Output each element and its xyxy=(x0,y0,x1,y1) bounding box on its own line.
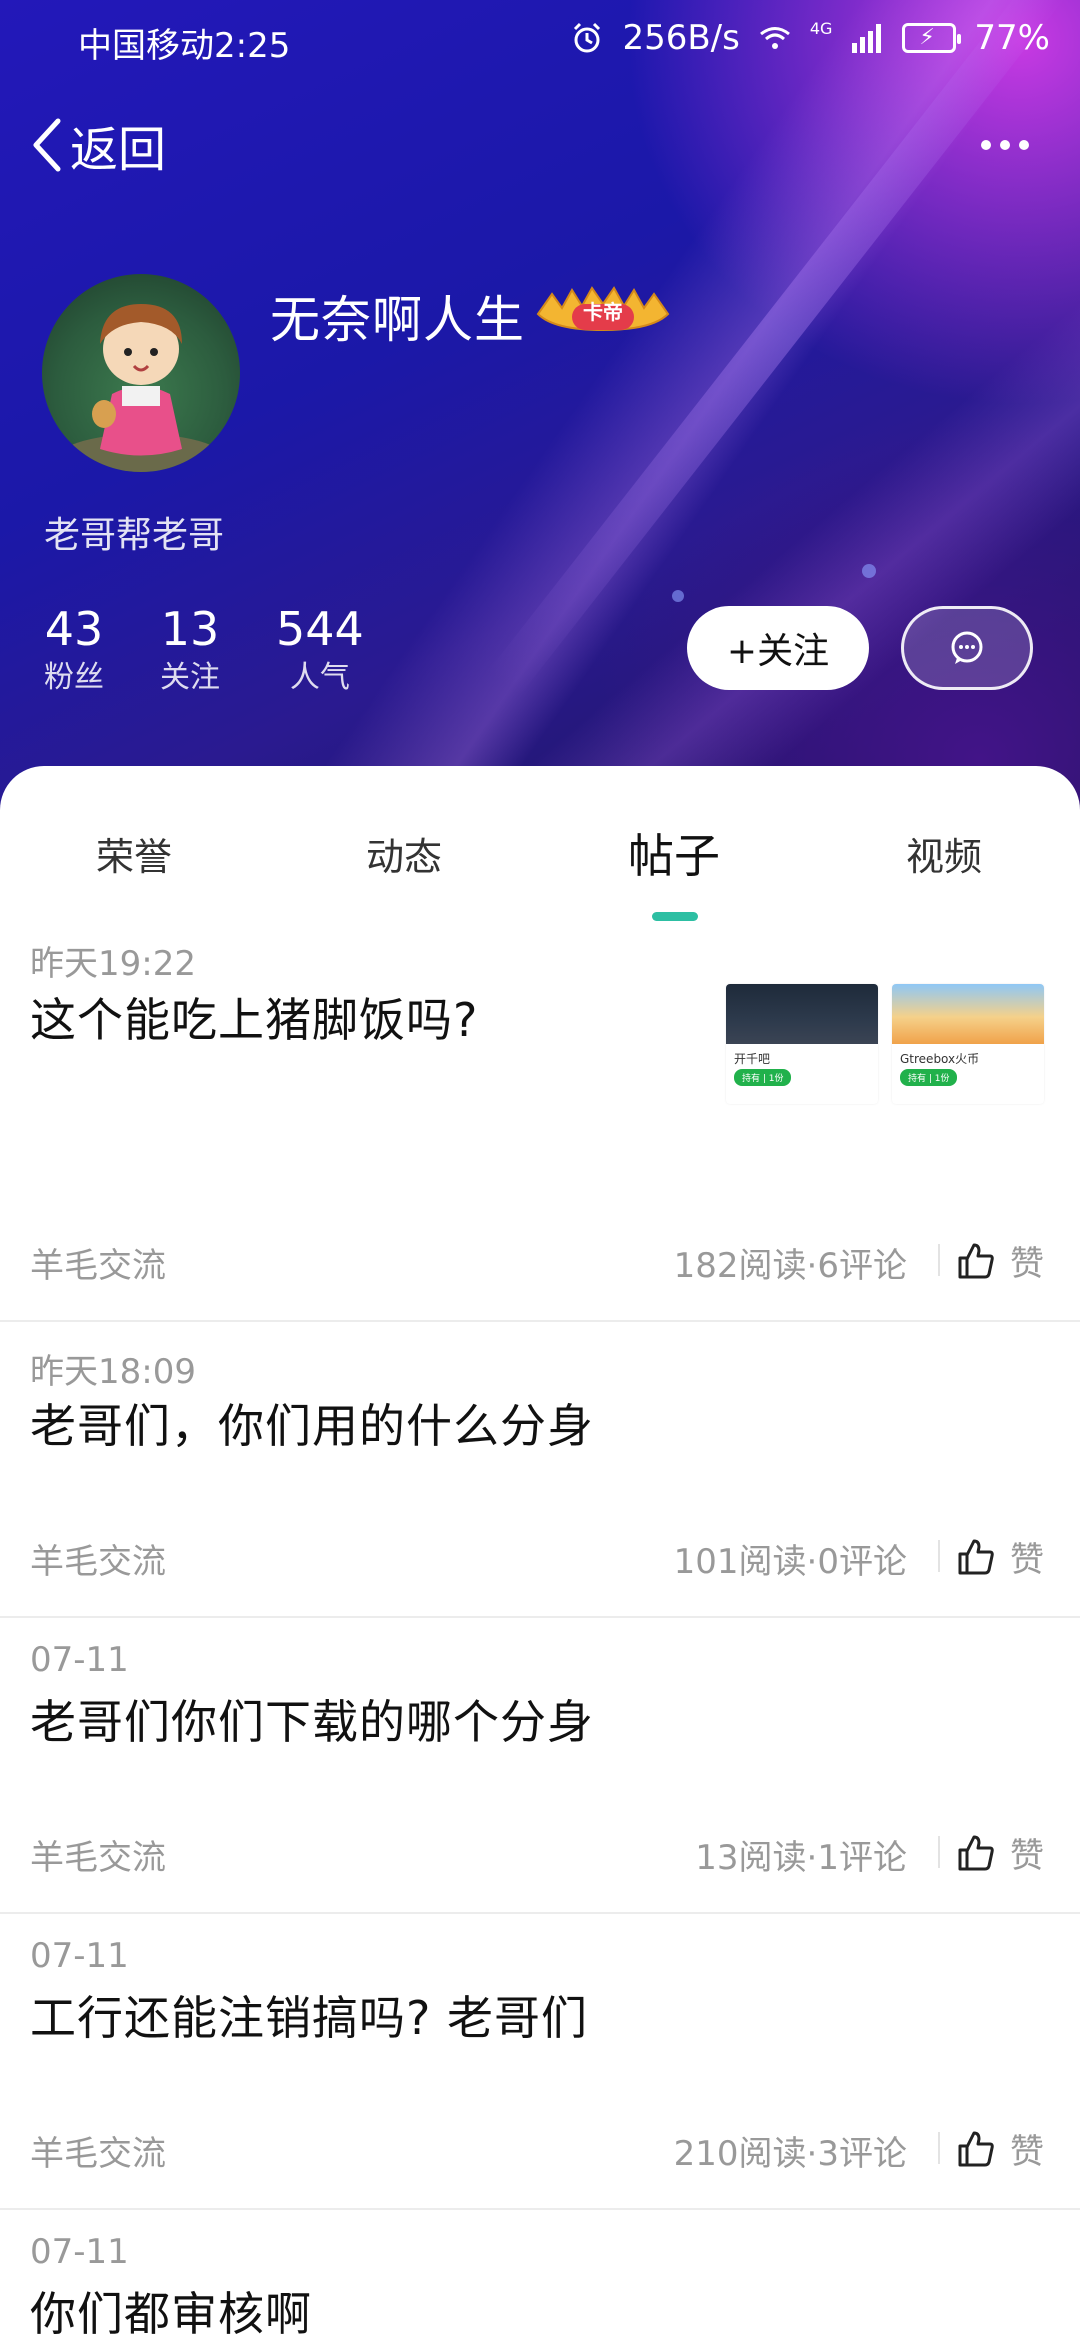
like-label: 赞 xyxy=(1010,1540,1044,1580)
profile-stats: 43 粉丝 13 关注 544 人气 xyxy=(44,600,420,698)
post-item[interactable]: 07-11 工行还能注销搞吗? 老哥们 羊毛交流 210阅读·3评论 赞 xyxy=(0,1914,1080,2210)
post-category[interactable]: 羊毛交流 xyxy=(30,1534,166,1583)
post-item[interactable]: 07-11 老哥们你们下载的哪个分身 羊毛交流 13阅读·1评论 赞 xyxy=(0,1618,1080,1914)
active-tab-indicator xyxy=(652,912,698,921)
like-button[interactable]: 赞 xyxy=(956,2124,1044,2173)
post-stats: 182阅读·6评论 xyxy=(673,1246,907,1286)
like-label: 赞 xyxy=(1010,1244,1044,1284)
divider xyxy=(938,1836,940,1868)
thumbnail-caption: 开千吧 xyxy=(734,1052,771,1066)
more-options-button[interactable] xyxy=(970,120,1040,170)
divider xyxy=(938,1540,940,1572)
like-label: 赞 xyxy=(1010,1836,1044,1876)
like-label: 赞 xyxy=(1010,2132,1044,2172)
post-title: 老哥们，你们用的什么分身 xyxy=(30,1399,594,1453)
back-button[interactable]: 返回 xyxy=(28,110,166,180)
battery-level: 77% xyxy=(974,18,1050,58)
signal-icon xyxy=(850,21,884,55)
post-stats: 210阅读·3评论 xyxy=(673,2134,907,2174)
wifi-icon xyxy=(758,21,792,55)
thumbs-up-icon xyxy=(958,1243,994,1278)
post-thumbnail[interactable]: 开千吧 持有 | 1份 xyxy=(726,984,878,1104)
vip-badge: 卡帝 xyxy=(532,284,674,336)
banner-decor-dot xyxy=(862,564,876,578)
tab-posts[interactable]: 帖子 xyxy=(628,820,720,886)
stat-value: 43 xyxy=(44,602,104,656)
tab-activity[interactable]: 动态 xyxy=(366,826,442,881)
profile-signature: 老哥帮老哥 xyxy=(44,515,225,556)
tab-honor[interactable]: 荣誉 xyxy=(96,826,172,881)
chat-bubble-icon xyxy=(951,631,983,664)
post-thumbnail[interactable]: Gtreebox火币 持有 | 1份 xyxy=(892,984,1044,1104)
post-stats: 101阅读·0评论 xyxy=(673,1542,907,1582)
more-dot-icon xyxy=(1019,140,1029,150)
post-date: 07-11 xyxy=(30,1640,129,1680)
battery-icon: ⚡ xyxy=(902,23,962,53)
thumbnail-caption: Gtreebox火币 xyxy=(900,1052,980,1066)
stat-fans[interactable]: 43 粉丝 xyxy=(44,600,104,698)
banner-light-streak xyxy=(487,0,1073,697)
profile-tabs: 荣誉 动态 帖子 视频 xyxy=(0,826,1080,896)
post-date: 昨天18:09 xyxy=(30,1352,196,1392)
post-date: 07-11 xyxy=(30,1936,129,1976)
more-dot-icon xyxy=(981,140,991,150)
net-speed: 256B/s xyxy=(622,18,740,58)
post-date: 07-11 xyxy=(30,2232,129,2272)
status-icons: 256B/s 4G ⚡ 77% xyxy=(570,18,1050,58)
like-button[interactable]: 赞 xyxy=(956,1828,1044,1877)
stat-popularity: 544 人气 xyxy=(276,600,364,698)
stat-value: 544 xyxy=(276,602,364,656)
post-title: 工行还能注销搞吗? 老哥们 xyxy=(30,1991,589,2045)
post-title: 这个能吃上猪脚饭吗? xyxy=(30,993,479,1047)
stat-label: 人气 xyxy=(289,660,350,695)
like-button[interactable]: 赞 xyxy=(956,1236,1044,1285)
like-button[interactable]: 赞 xyxy=(956,1532,1044,1581)
content-card: 荣誉 动态 帖子 视频 昨天19:22 这个能吃上猪脚饭吗? 开千吧 持有 | … xyxy=(0,766,1080,2340)
divider xyxy=(938,2132,940,2164)
stat-following[interactable]: 13 关注 xyxy=(160,600,220,698)
message-button[interactable] xyxy=(901,606,1033,690)
stat-label: 关注 xyxy=(160,660,220,695)
profile-banner: 中国移动2:25 256B/s 4G ⚡ 77% 返回 无奈啊人生 卡帝 老哥帮… xyxy=(0,0,1080,820)
banner-decor-dot xyxy=(672,590,684,602)
post-category[interactable]: 羊毛交流 xyxy=(30,1238,166,1287)
post-category[interactable]: 羊毛交流 xyxy=(30,1830,166,1879)
stat-value: 13 xyxy=(160,602,220,656)
network-type: 4G xyxy=(809,18,833,38)
post-item[interactable]: 昨天18:09 老哥们，你们用的什么分身 羊毛交流 101阅读·0评论 赞 xyxy=(0,1322,1080,1618)
post-date: 昨天19:22 xyxy=(30,944,196,984)
thumbnail-tag: 持有 | 1份 xyxy=(900,1069,958,1086)
post-title: 老哥们你们下载的哪个分身 xyxy=(30,1695,594,1749)
back-label: 返回 xyxy=(70,122,167,178)
post-item[interactable]: 07-11 你们都审核啊 xyxy=(0,2210,1080,2340)
thumbs-up-icon xyxy=(958,1539,994,1574)
post-title: 你们都审核啊 xyxy=(30,2287,312,2340)
thumbnail-image xyxy=(892,984,1044,1044)
post-stats: 13阅读·1评论 xyxy=(695,1838,907,1878)
vip-badge-text: 卡帝 xyxy=(583,300,623,324)
thumbs-up-icon xyxy=(958,1835,994,1870)
post-thumbnails: 开千吧 持有 | 1份 Gtreebox火币 持有 | 1份 xyxy=(726,984,1044,1104)
post-item[interactable]: 昨天19:22 这个能吃上猪脚饭吗? 开千吧 持有 | 1份 Gtreebox火… xyxy=(0,936,1080,1322)
post-category[interactable]: 羊毛交流 xyxy=(30,2126,166,2175)
thumbs-up-icon xyxy=(958,2131,994,2166)
divider xyxy=(938,1244,940,1276)
alarm-icon xyxy=(570,21,604,55)
thumbnail-tag: 持有 | 1份 xyxy=(734,1069,792,1086)
thumbnail-image xyxy=(726,984,878,1044)
avatar[interactable] xyxy=(42,274,240,472)
stat-label: 粉丝 xyxy=(44,660,104,695)
follow-button[interactable]: +关注 xyxy=(687,606,869,690)
more-dot-icon xyxy=(1000,140,1010,150)
tab-videos[interactable]: 视频 xyxy=(906,826,982,881)
profile-name: 无奈啊人生 xyxy=(270,291,525,349)
carrier-time: 中国移动2:25 xyxy=(78,26,291,66)
chevron-left-icon xyxy=(33,118,61,172)
status-bar: 中国移动2:25 256B/s 4G ⚡ 77% xyxy=(0,0,1080,76)
